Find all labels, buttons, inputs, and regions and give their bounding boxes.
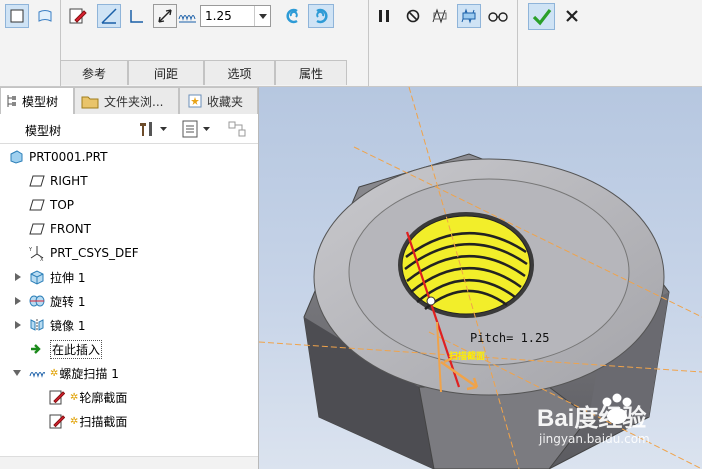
left-hand-icon[interactable]	[281, 4, 305, 28]
tab-folder-browser[interactable]: 文件夹浏...	[74, 87, 179, 114]
cancel-x-icon[interactable]	[560, 4, 584, 28]
tree-item-revolve[interactable]: 旋转 1	[29, 290, 85, 312]
tree-item-front[interactable]: FRONT	[29, 218, 91, 240]
pitch-annotation: Pitch= 1.25	[470, 331, 550, 345]
verify-icon[interactable]	[457, 4, 481, 28]
surface-icon[interactable]	[33, 4, 57, 28]
tree-item-right[interactable]: RIGHT	[29, 170, 88, 192]
tab-pitch[interactable]: 间距	[128, 60, 204, 85]
expand-arrow-icon[interactable]	[13, 296, 23, 306]
expand-arrow-icon[interactable]	[13, 320, 23, 330]
tree-item-sweep-section[interactable]: ✲ 扫描截面	[49, 410, 127, 432]
svg-text:Y: Y	[29, 247, 33, 253]
preview-icon[interactable]	[428, 4, 452, 28]
collapse-arrow-icon[interactable]	[12, 368, 22, 378]
right-hand-icon[interactable]	[308, 4, 334, 28]
sweep-section-label: 扫描截面	[449, 352, 486, 362]
new-feature-star-icon: ✲	[50, 367, 59, 379]
new-feature-star-icon: ✲	[70, 391, 79, 403]
revolve-icon	[29, 293, 45, 309]
chevron-down-icon[interactable]	[254, 6, 270, 26]
tab-model-tree-label: 模型树	[22, 94, 59, 109]
tab-favorites[interactable]: 收藏夹	[179, 87, 258, 114]
favorites-icon	[188, 94, 202, 108]
pitch-icon	[177, 4, 199, 28]
tree-item-label: PRT_CSYS_DEF	[50, 246, 139, 260]
tree-item-insert-here[interactable]: 在此插入	[29, 338, 103, 360]
csys-icon: YX	[29, 245, 45, 261]
datum-plane-icon	[29, 197, 45, 213]
model-tree-title: 模型树	[25, 124, 62, 138]
ok-checkmark-icon[interactable]	[528, 3, 555, 30]
sketch-icon[interactable]	[66, 4, 90, 28]
tree-item-label: 扫描截面	[79, 414, 128, 429]
pitch-value: 1.25	[205, 9, 232, 23]
datum-plane-icon	[29, 173, 45, 189]
helical-sweep-icon	[29, 365, 45, 381]
folder-icon	[81, 93, 99, 109]
tree-item-label: FRONT	[50, 222, 91, 236]
no-preview-icon[interactable]	[401, 4, 425, 28]
tree-item-label: 旋转 1	[50, 294, 86, 309]
model-tree-icon	[6, 94, 18, 108]
helix-right-angle-icon[interactable]	[97, 4, 121, 28]
mirror-icon	[29, 317, 45, 333]
tab-references[interactable]: 参考	[60, 60, 128, 85]
chevron-down-icon	[160, 127, 167, 131]
tree-item-label: 轮廓截面	[79, 390, 128, 405]
tree-item-top[interactable]: TOP	[29, 194, 74, 216]
svg-text:X: X	[40, 257, 44, 261]
solid-icon[interactable]	[5, 4, 29, 28]
tree-item-label: 在此插入	[50, 339, 103, 359]
tab-model-tree[interactable]: 模型树	[0, 87, 74, 114]
tab-folder-browser-label: 文件夹浏...	[104, 94, 164, 109]
tree-item-label: 镜像 1	[50, 318, 86, 333]
watermark-url: jingyan.baidu.com	[539, 432, 650, 446]
baidu-jingyan-watermark: Bai度经验 jingyan.baidu.com	[537, 390, 702, 450]
part-icon	[8, 149, 24, 165]
list-icon	[182, 120, 198, 138]
tree-item-csys[interactable]: YX PRT_CSYS_DEF	[29, 242, 139, 264]
watermark-brand: Bai度经验	[537, 405, 647, 432]
pitch-value-select[interactable]: 1.25	[200, 5, 271, 27]
tree-scrollbar[interactable]	[0, 456, 258, 469]
glasses-icon[interactable]	[486, 4, 510, 28]
chevron-down-icon	[203, 127, 210, 131]
tree-item-profile-section[interactable]: ✲ 轮廓截面	[49, 386, 127, 408]
new-feature-star-icon: ✲	[70, 415, 79, 427]
filter-tree-icon[interactable]	[227, 120, 247, 141]
tree-item-mirror[interactable]: 镜像 1	[29, 314, 85, 336]
sketch-pencil-icon	[49, 389, 65, 405]
pause-icon[interactable]	[372, 4, 396, 28]
profile-icon[interactable]	[125, 4, 149, 28]
expand-arrow-icon[interactable]	[13, 272, 23, 282]
tree-item-label: TOP	[50, 198, 75, 212]
tree-item-label: RIGHT	[50, 174, 88, 188]
tab-properties[interactable]: 属性	[275, 60, 347, 85]
navigator-panel: 模型树 文件夹浏... 收藏夹 模型树 PRT0001.PRT RIGHT TO…	[0, 87, 259, 469]
tree-item-label: 拉伸 1	[50, 270, 86, 285]
tree-item-helical-sweep[interactable]: ✲ 螺旋扫描 1	[29, 362, 119, 384]
extrude-icon	[29, 269, 45, 285]
datum-plane-icon	[29, 221, 45, 237]
show-menu-button[interactable]	[182, 120, 210, 138]
tree-item-label: 螺旋扫描 1	[59, 366, 119, 381]
insert-here-arrow-icon	[29, 341, 45, 357]
tree-item-part[interactable]: PRT0001.PRT	[8, 146, 107, 168]
tab-favorites-label: 收藏夹	[207, 94, 244, 109]
graphics-window[interactable]: Pitch= 1.25 扫描截面 Bai度经验 jingyan.baidu.co…	[259, 87, 702, 469]
pitch-direction-icon[interactable]	[153, 4, 177, 28]
tab-options[interactable]: 选项	[204, 60, 275, 85]
dashboard-toolbar: 1.25 参考 间距 选项 属性	[0, 0, 702, 87]
settings-tools-button[interactable]	[137, 120, 167, 138]
sketch-pencil-icon	[49, 413, 65, 429]
tools-icon	[137, 120, 155, 138]
tree-item-label: PRT0001.PRT	[29, 150, 108, 164]
tree-item-extrude[interactable]: 拉伸 1	[29, 266, 85, 288]
model-tree-header: 模型树	[0, 115, 258, 144]
